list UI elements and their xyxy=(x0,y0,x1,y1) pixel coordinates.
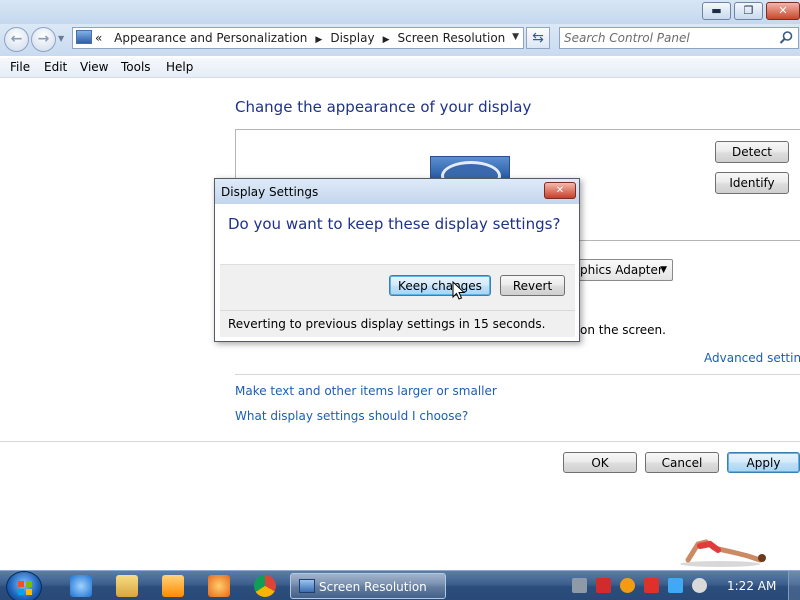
display-select-value: phics Adapter xyxy=(580,263,663,277)
clock[interactable]: 1:22 AM xyxy=(727,579,776,593)
dialog-title-bar: Display Settings ✕ xyxy=(215,179,579,204)
page-title: Change the appearance of your display xyxy=(235,98,532,116)
start-button[interactable] xyxy=(6,571,42,600)
mouse-cursor-icon xyxy=(452,281,466,300)
dialog-question: Do you want to keep these display settin… xyxy=(228,215,561,233)
display-select[interactable]: phics Adapter ▼ xyxy=(575,259,673,281)
antivirus-icon[interactable] xyxy=(596,578,611,593)
keep-changes-button[interactable]: Keep changes xyxy=(389,275,491,296)
divider xyxy=(235,374,800,375)
countdown-status: Reverting to previous display settings i… xyxy=(228,317,546,331)
menu-file[interactable]: File xyxy=(10,60,30,74)
forward-button[interactable]: → xyxy=(31,27,56,52)
display-settings-dialog: Display Settings ✕ Do you want to keep t… xyxy=(214,178,580,342)
address-bar[interactable]: « Appearance and Personalization ▶ Display… xyxy=(72,27,524,49)
breadcrumb-overflow[interactable]: « xyxy=(95,31,102,45)
breadcrumb-screen-resolution[interactable]: Screen Resolution xyxy=(398,31,506,45)
display-help-link[interactable]: What display settings should I choose? xyxy=(235,409,468,423)
close-icon: ✕ xyxy=(778,4,788,17)
dialog-footer: Keep changes Revert Reverting to previou… xyxy=(220,264,575,337)
navigation-bar: ← → ▼ « Appearance and Personalization ▶ D… xyxy=(0,24,800,56)
close-icon: ✕ xyxy=(555,185,565,196)
folder-icon[interactable] xyxy=(116,575,138,597)
network-icon[interactable] xyxy=(572,578,587,593)
identify-button[interactable]: Identify xyxy=(715,172,789,194)
control-panel-icon xyxy=(299,579,315,593)
control-panel-icon xyxy=(76,30,92,44)
search-icon[interactable] xyxy=(778,30,794,46)
window-title-bar: ▬ ❐ ✕ xyxy=(0,0,800,24)
address-dropdown-icon[interactable]: ▼ xyxy=(512,32,519,42)
apply-button[interactable]: Apply xyxy=(727,452,800,473)
taskbar: Screen Resolution 1:22 AM xyxy=(0,570,800,600)
detect-button[interactable]: Detect xyxy=(715,141,789,163)
cancel-button[interactable]: Cancel xyxy=(645,452,719,473)
advanced-settings-link[interactable]: Advanced settings xyxy=(704,351,800,365)
refresh-icon: ⇆ xyxy=(532,30,544,46)
menu-help[interactable]: Help xyxy=(166,60,193,74)
dialog-body: Do you want to keep these display settin… xyxy=(220,204,575,337)
forward-arrow-icon: → xyxy=(37,31,50,47)
back-button[interactable]: ← xyxy=(4,27,29,52)
breadcrumb-arrow-icon[interactable]: ▶ xyxy=(383,35,390,45)
taskbar-item-screen-resolution[interactable]: Screen Resolution xyxy=(290,573,446,599)
volume-icon[interactable] xyxy=(692,578,707,593)
breadcrumb: « Appearance and Personalization ▶ Display… xyxy=(95,31,505,45)
menu-bar: File Edit View Tools Help xyxy=(0,58,800,78)
taskbar-item-label: Screen Resolution xyxy=(319,580,427,594)
orientation-hint-text: on the screen. xyxy=(580,323,666,337)
show-desktop-button[interactable] xyxy=(788,571,800,600)
breadcrumb-appearance[interactable]: Appearance and Personalization xyxy=(114,31,307,45)
app-icon[interactable] xyxy=(208,575,230,597)
breadcrumb-arrow-icon[interactable]: ▶ xyxy=(315,35,322,45)
search-box[interactable] xyxy=(559,27,799,49)
back-arrow-icon: ← xyxy=(10,31,23,47)
divider xyxy=(220,310,575,311)
internet-explorer-icon[interactable] xyxy=(70,575,92,597)
dialog-title: Display Settings xyxy=(221,185,319,199)
chevron-down-icon: ▼ xyxy=(660,265,667,275)
minimize-button[interactable]: ▬ xyxy=(702,2,731,20)
maximize-button[interactable]: ❐ xyxy=(734,2,763,20)
desktop-mascot-icon xyxy=(680,539,766,567)
dialog-close-button[interactable]: ✕ xyxy=(544,182,576,199)
text-size-link[interactable]: Make text and other items larger or smal… xyxy=(235,384,497,398)
breadcrumb-display[interactable]: Display xyxy=(330,31,374,45)
revert-button[interactable]: Revert xyxy=(500,275,565,296)
flag-icon[interactable] xyxy=(644,578,659,593)
divider xyxy=(0,441,800,442)
refresh-button[interactable]: ⇆ xyxy=(526,27,550,49)
search-tray-icon[interactable] xyxy=(620,578,635,593)
ok-button[interactable]: OK xyxy=(563,452,637,473)
chrome-icon[interactable] xyxy=(254,575,276,597)
search-input[interactable] xyxy=(564,30,774,46)
maximize-icon: ❐ xyxy=(743,4,754,17)
menu-tools[interactable]: Tools xyxy=(121,60,151,74)
minimize-icon: ▬ xyxy=(711,4,722,17)
windows-logo-icon xyxy=(18,581,32,595)
media-player-icon[interactable] xyxy=(162,575,184,597)
close-window-button[interactable]: ✕ xyxy=(766,2,800,20)
menu-view[interactable]: View xyxy=(80,60,108,74)
menu-edit[interactable]: Edit xyxy=(44,60,67,74)
recent-pages-dropdown-icon[interactable]: ▼ xyxy=(58,34,64,43)
display-tray-icon[interactable] xyxy=(668,578,683,593)
